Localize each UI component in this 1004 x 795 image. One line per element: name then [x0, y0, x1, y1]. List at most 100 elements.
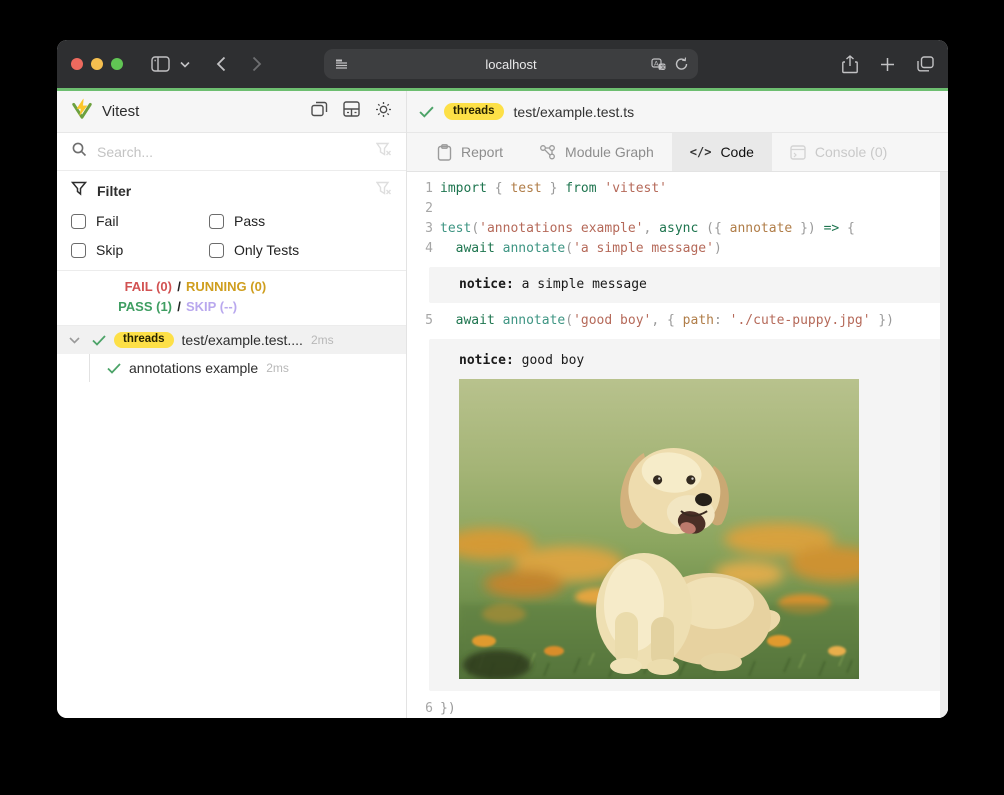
code-token: 'annotations example' — [479, 221, 643, 236]
vitest-logo-icon — [71, 98, 93, 125]
code-token — [440, 241, 456, 256]
minimize-window-button[interactable] — [91, 58, 103, 70]
share-icon[interactable] — [842, 55, 858, 74]
app-title: Vitest — [102, 103, 139, 120]
code-token: { — [487, 181, 510, 196]
browser-window: localhost A 文 — [57, 40, 948, 718]
skip-count: SKIP (--) — [186, 297, 406, 317]
annotation-image-puppy — [459, 379, 859, 679]
pool-badge: threads — [114, 332, 174, 349]
checkbox-icon[interactable] — [71, 243, 86, 258]
tab-overview-icon[interactable] — [917, 56, 934, 72]
collapse-panels-icon[interactable] — [311, 101, 328, 122]
theme-toggle-sun-icon[interactable] — [375, 101, 392, 123]
code-line: 1import { test } from 'vitest' — [407, 179, 948, 199]
search-row — [57, 133, 406, 171]
code-token: async — [659, 221, 698, 236]
code-text: }) — [433, 699, 456, 718]
module-graph-icon — [539, 144, 556, 160]
clear-search-filter-icon[interactable] — [376, 142, 392, 162]
checkbox-label: Only Tests — [234, 242, 299, 258]
main-panel: threads test/example.test.ts Report — [407, 91, 948, 718]
test-file-row[interactable]: threads test/example.test.... 2ms — [57, 326, 406, 354]
filter-checkbox-fail[interactable]: Fail — [71, 213, 209, 229]
tab-bar: Report Module Graph </> Code — [407, 133, 948, 172]
notice-label: notice: — [459, 277, 514, 292]
code-token: }) — [792, 221, 823, 236]
line-number: 2 — [407, 199, 433, 219]
pool-badge: threads — [444, 103, 504, 120]
dashboard-icon[interactable] — [343, 101, 360, 122]
filter-checkbox-pass[interactable]: Pass — [209, 213, 392, 229]
notice-text: notice: good boy — [459, 351, 932, 371]
filter-funnel-icon — [71, 181, 87, 201]
checkbox-icon[interactable] — [209, 214, 224, 229]
checkbox-icon[interactable] — [209, 243, 224, 258]
chevron-down-icon[interactable] — [180, 61, 190, 68]
code-view[interactable]: 1import { test } from 'vitest'23test('an… — [407, 172, 948, 718]
pass-check-icon — [92, 335, 106, 346]
line-number: 4 — [407, 239, 433, 259]
translate-icon[interactable]: A 文 — [651, 58, 667, 71]
code-token: ( — [565, 241, 573, 256]
address-bar[interactable]: localhost A 文 — [324, 49, 698, 79]
code-token: './cute-puppy.jpg' — [730, 313, 871, 328]
notice-text: notice: a simple message — [459, 275, 932, 295]
code-token: }) — [871, 313, 894, 328]
clipboard-icon — [437, 144, 452, 161]
close-window-button[interactable] — [71, 58, 83, 70]
test-case-name: annotations example — [129, 360, 258, 376]
code-token: ) — [714, 241, 722, 256]
test-file-name: test/example.test.... — [182, 332, 303, 348]
zoom-window-button[interactable] — [111, 58, 123, 70]
filter-section: Filter Fail Pass — [57, 171, 406, 271]
test-case-row[interactable]: annotations example 2ms — [57, 354, 406, 382]
code-token: => — [824, 221, 840, 236]
line-number: 1 — [407, 179, 433, 199]
tree-guide-line — [57, 354, 90, 382]
code-text: test('annotations example', async ({ ann… — [433, 219, 855, 239]
annotation-notice: notice: a simple message — [429, 267, 946, 303]
tab-label: Report — [461, 144, 503, 160]
console-icon — [790, 145, 806, 160]
file-header: threads test/example.test.ts — [407, 91, 948, 133]
checkbox-icon[interactable] — [71, 214, 86, 229]
code-token: { — [839, 221, 855, 236]
code-token: }) — [440, 701, 456, 716]
code-line: 4 await annotate('a simple message') — [407, 239, 948, 259]
tab-code[interactable]: </> Code — [672, 133, 772, 171]
reload-icon[interactable] — [675, 57, 688, 71]
code-token: import — [440, 181, 487, 196]
filter-label: Filter — [97, 183, 131, 199]
new-tab-icon[interactable] — [880, 57, 895, 72]
filter-checkbox-only-tests[interactable]: Only Tests — [209, 242, 392, 258]
code-token: annotate — [730, 221, 793, 236]
pass-count: PASS (1) — [57, 297, 172, 317]
code-line: 3test('annotations example', async ({ an… — [407, 219, 948, 239]
chevron-down-icon[interactable] — [69, 337, 80, 344]
back-button[interactable] — [216, 56, 226, 72]
svg-text:文: 文 — [660, 62, 666, 70]
code-token — [440, 313, 456, 328]
sidebar-toggle-icon[interactable] — [151, 56, 170, 72]
test-duration: 2ms — [266, 361, 289, 375]
svg-text:A: A — [654, 59, 659, 67]
search-input[interactable] — [97, 144, 366, 160]
tab-console[interactable]: Console (0) — [772, 133, 905, 171]
filter-checkbox-skip[interactable]: Skip — [71, 242, 209, 258]
code-token: , — [644, 221, 660, 236]
clear-filter-icon[interactable] — [376, 181, 392, 201]
code-token: annotate — [503, 313, 566, 328]
code-text: await annotate('good boy', { path: './cu… — [433, 311, 894, 331]
tab-report[interactable]: Report — [419, 133, 521, 171]
open-file-name: test/example.test.ts — [514, 104, 635, 120]
checkbox-label: Skip — [96, 242, 123, 258]
code-token: path — [683, 313, 714, 328]
scrollbar-track[interactable] — [940, 172, 948, 718]
tab-module-graph[interactable]: Module Graph — [521, 133, 672, 171]
forward-button[interactable] — [252, 56, 262, 72]
url-text: localhost — [324, 57, 698, 72]
test-status-summary: FAIL (0) / RUNNING (0) PASS (1) / SKIP (… — [57, 271, 406, 326]
code-token: from — [565, 181, 596, 196]
window-controls — [71, 58, 123, 70]
